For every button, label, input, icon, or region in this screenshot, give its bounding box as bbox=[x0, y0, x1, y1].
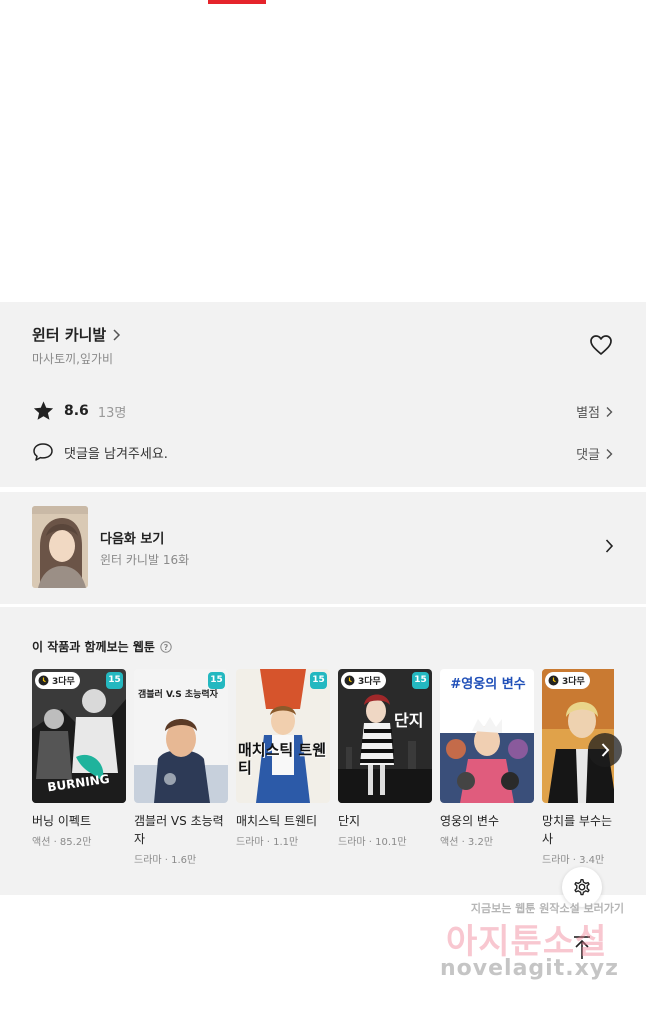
gear-icon bbox=[574, 878, 590, 896]
watermark: 지금보는 웹툰 원작소설 보러가기 아지툰소설 novelagit.xyz bbox=[440, 900, 630, 995]
clock-icon bbox=[548, 675, 559, 686]
chevron-right-icon bbox=[605, 539, 614, 553]
svg-text:?: ? bbox=[164, 643, 169, 652]
work-authors: 마사토끼,잎가비 bbox=[32, 352, 114, 366]
cover-image: BURNING 3다무 15 bbox=[32, 669, 126, 803]
comment-placeholder: 댓글을 남겨주세요. bbox=[64, 446, 168, 462]
rating-value: 8.6 bbox=[64, 403, 89, 419]
age-rating-badge: 15 bbox=[412, 672, 429, 689]
rate-button[interactable]: 별점 bbox=[576, 402, 613, 421]
card-title: 영웅의 변수 bbox=[440, 814, 500, 828]
wait-free-badge: 3다무 bbox=[545, 672, 590, 689]
cover-title-text: 매치스틱 트웬티 bbox=[238, 741, 327, 777]
work-info-panel: 윈터 카니발 마사토끼,잎가비 8.6 13명 별점 댓글을 남겨주세요. 댓글 bbox=[0, 302, 646, 487]
recommendations-title: 이 작품과 함께보는 웹툰 bbox=[32, 640, 155, 654]
star-icon bbox=[33, 401, 54, 420]
card-title: 매치스틱 트웬티 bbox=[236, 814, 318, 828]
wait-free-badge: 3다무 bbox=[341, 672, 386, 689]
recommendations-carousel[interactable]: BURNING 3다무 15 버닝 이펙트 액션 · 85.2만 갬블러 V.S… bbox=[32, 669, 614, 895]
wait-free-badge: 3다무 bbox=[35, 672, 80, 689]
wait-free-label: 3다무 bbox=[52, 677, 75, 687]
chevron-right-icon bbox=[606, 448, 613, 459]
chevron-right-icon bbox=[113, 328, 121, 341]
settings-button[interactable] bbox=[562, 867, 602, 907]
clock-icon bbox=[344, 675, 355, 686]
watermark-tagline: 지금보는 웹툰 원작소설 보러가기 bbox=[470, 902, 624, 915]
next-episode-subtitle: 윈터 카니발 16화 bbox=[100, 553, 190, 567]
rating-summary: 8.6 13명 bbox=[32, 400, 126, 422]
arrow-up-icon bbox=[574, 936, 590, 959]
comments-label: 댓글 bbox=[576, 448, 600, 463]
speech-bubble-icon bbox=[33, 443, 53, 461]
card-meta: 드라마 · 1.1만 bbox=[236, 837, 299, 848]
rating-count: 13명 bbox=[97, 405, 127, 421]
clock-icon bbox=[38, 675, 49, 686]
next-episode-button[interactable]: 다음화 보기 윈터 카니발 16화 bbox=[0, 492, 646, 604]
recommendation-card[interactable]: #영웅의 변수 영웅의 변수 액션 · 3.2만 bbox=[440, 669, 534, 848]
age-rating-badge: 15 bbox=[310, 672, 327, 689]
comments-button[interactable]: 댓글 bbox=[576, 444, 613, 463]
cover-image: 단지 3다무 15 bbox=[338, 669, 432, 803]
recommendation-card[interactable]: 매치스틱 트웬티 15 매치스틱 트웬티 드라마 · 1.1만 bbox=[236, 669, 330, 848]
card-meta: 액션 · 3.2만 bbox=[440, 837, 494, 848]
age-rating-badge: 15 bbox=[208, 672, 225, 689]
recommendation-card[interactable]: 3다무 망치를 부수는 호사 드라마 · 3.4만 bbox=[542, 669, 614, 866]
rate-label: 별점 bbox=[576, 406, 600, 421]
heart-icon[interactable] bbox=[589, 334, 613, 356]
work-title: 윈터 카니발 bbox=[32, 326, 107, 344]
cover-image: 갬블러 V.S 초능력자 15 bbox=[134, 669, 228, 803]
top-progress-indicator bbox=[208, 0, 266, 4]
card-meta: 드라마 · 3.4만 bbox=[542, 855, 605, 866]
wait-free-label: 3다무 bbox=[358, 677, 381, 687]
chevron-right-icon bbox=[606, 406, 613, 417]
help-icon[interactable]: ? bbox=[160, 640, 172, 653]
recommendation-card[interactable]: 단지 3다무 15 단지 드라마 · 10.1만 bbox=[338, 669, 432, 848]
card-title: 갬블러 VS 초능력자 bbox=[134, 814, 224, 846]
card-title: 망치를 부수는 호사 bbox=[542, 814, 614, 846]
card-title: 단지 bbox=[338, 814, 361, 828]
card-title: 버닝 이펙트 bbox=[32, 814, 92, 828]
next-episode-label: 다음화 보기 bbox=[100, 532, 165, 547]
card-meta: 드라마 · 1.6만 bbox=[134, 855, 197, 866]
age-rating-badge: 15 bbox=[106, 672, 123, 689]
comment-input-trigger[interactable]: 댓글을 남겨주세요. bbox=[32, 442, 168, 462]
cover-title-text: 단지 bbox=[394, 711, 424, 730]
cover-title-text: #영웅의 변수 bbox=[450, 677, 526, 692]
cover-image: 매치스틱 트웬티 15 bbox=[236, 669, 330, 803]
card-meta: 드라마 · 10.1만 bbox=[338, 837, 407, 848]
recommendation-card[interactable]: 갬블러 V.S 초능력자 15 갬블러 VS 초능력자 드라마 · 1.6만 bbox=[134, 669, 228, 866]
work-title-link[interactable]: 윈터 카니발 bbox=[32, 324, 121, 345]
scroll-to-top-button[interactable] bbox=[567, 933, 597, 963]
card-meta: 액션 · 85.2만 bbox=[32, 837, 92, 848]
next-episode-thumbnail bbox=[32, 506, 88, 588]
recommendations-heading: 이 작품과 함께보는 웹툰 ? bbox=[32, 638, 172, 655]
carousel-next-button[interactable] bbox=[588, 733, 622, 767]
chevron-right-icon bbox=[601, 743, 610, 757]
wait-free-label: 3다무 bbox=[562, 677, 585, 687]
cover-image: #영웅의 변수 bbox=[440, 669, 534, 803]
recommendations-panel: 이 작품과 함께보는 웹툰 ? BURNING 3다무 15 버닝 이펙트 액션… bbox=[0, 607, 646, 895]
recommendation-card[interactable]: BURNING 3다무 15 버닝 이펙트 액션 · 85.2만 bbox=[32, 669, 126, 848]
